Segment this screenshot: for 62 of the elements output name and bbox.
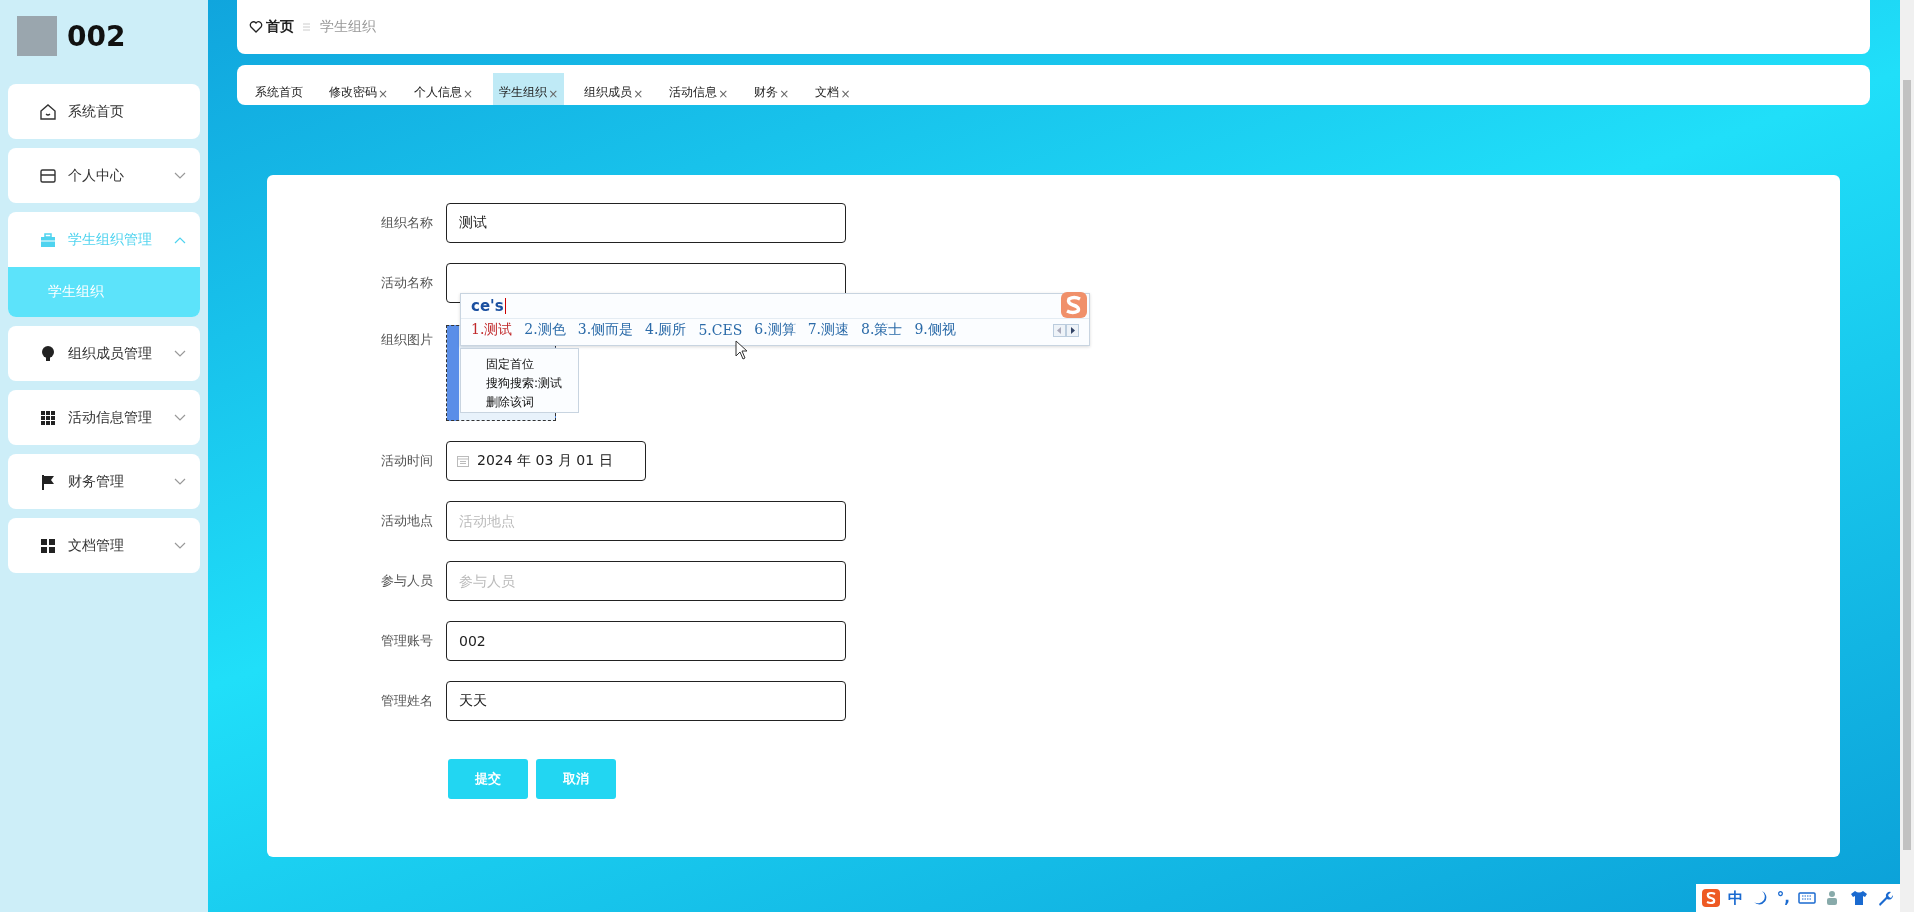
scrollbar[interactable] <box>1900 0 1914 912</box>
menu-item[interactable]: 个人中心 <box>8 148 200 203</box>
tab[interactable]: 个人信息× <box>408 73 480 105</box>
tab[interactable]: 财务× <box>748 73 796 105</box>
breadcrumb-current: 学生组织 <box>320 18 376 36</box>
text-field[interactable]: 活动地点 <box>446 501 846 541</box>
context-menu-item[interactable]: 搜狗搜索:测试 <box>461 372 578 391</box>
input-mode-toggle[interactable]: 中 <box>1727 888 1743 908</box>
ime-candidate[interactable]: 6.测算 <box>754 321 796 339</box>
tab[interactable]: 学生组织× <box>493 73 565 105</box>
chevron-icon <box>174 235 186 244</box>
sogou-logo-icon[interactable] <box>1701 889 1720 907</box>
menu-item[interactable]: 财务管理 <box>8 454 200 509</box>
field-label: 组织图片 <box>380 331 433 349</box>
tab[interactable]: 活动信息× <box>663 73 735 105</box>
ime-candidate[interactable]: 7.测速 <box>807 321 850 339</box>
context-menu-item[interactable]: 删除该词 <box>461 391 578 410</box>
field-label: 活动地点 <box>380 512 433 530</box>
ime-candidate[interactable]: 2.测色 <box>524 321 566 339</box>
date-field[interactable]: 2024 年 03 月 01 日 <box>446 441 646 481</box>
context-menu-item[interactable]: 固定首位 <box>461 353 578 372</box>
separator-icon <box>302 22 312 32</box>
menu-item[interactable]: 系统首页 <box>8 84 200 139</box>
shirt-icon[interactable] <box>1850 889 1868 907</box>
chevron-icon <box>174 171 186 180</box>
ime-candidate[interactable]: 1.测试 <box>471 321 513 339</box>
field-label: 管理姓名 <box>380 692 433 710</box>
ime-candidate[interactable]: 5.CES <box>698 322 743 338</box>
calendar-icon <box>457 455 469 467</box>
chevron-icon <box>174 349 186 358</box>
field-label: 活动名称 <box>380 274 433 292</box>
chevron-icon <box>174 541 186 550</box>
page-arrows-icon[interactable] <box>1053 323 1079 337</box>
breadcrumb-home[interactable]: 首页 <box>249 18 294 36</box>
ime-candidate[interactable]: 3.侧而是 <box>577 321 634 339</box>
keyboard-icon[interactable] <box>1798 889 1816 907</box>
text-field[interactable]: 天天 <box>446 681 846 721</box>
menu-item[interactable]: 组织成员管理 <box>8 326 200 381</box>
ime-candidate[interactable]: 4.厕所 <box>645 321 687 339</box>
field-label: 组织名称 <box>380 214 433 232</box>
ime-candidate[interactable]: 8.策士 <box>861 321 903 339</box>
menu-item[interactable]: 活动信息管理 <box>8 390 200 445</box>
user-name: 002 <box>67 19 126 53</box>
chevron-icon <box>174 477 186 486</box>
punctuation-toggle[interactable]: °, <box>1776 889 1790 907</box>
field-label: 参与人员 <box>380 572 433 590</box>
text-field[interactable]: 测试 <box>446 203 846 243</box>
menu-icon <box>38 101 58 122</box>
wrench-icon[interactable] <box>1876 889 1894 907</box>
menu-item[interactable]: 文档管理 <box>8 518 200 573</box>
field-label: 活动时间 <box>380 452 433 470</box>
heart-icon <box>249 20 263 34</box>
tab[interactable]: 文档× <box>809 73 857 105</box>
tab[interactable]: 组织成员× <box>578 73 650 105</box>
tab[interactable]: 系统首页 <box>249 73 309 105</box>
ime-candidate[interactable]: 9.侧视 <box>914 321 956 339</box>
tab[interactable]: 修改密码× <box>323 73 395 105</box>
chevron-icon <box>174 413 186 422</box>
avatar-photo <box>17 16 57 56</box>
field-label: 管理账号 <box>380 632 433 650</box>
text-field[interactable]: 参与人员 <box>446 561 846 601</box>
text-field[interactable]: 002 <box>446 621 846 661</box>
